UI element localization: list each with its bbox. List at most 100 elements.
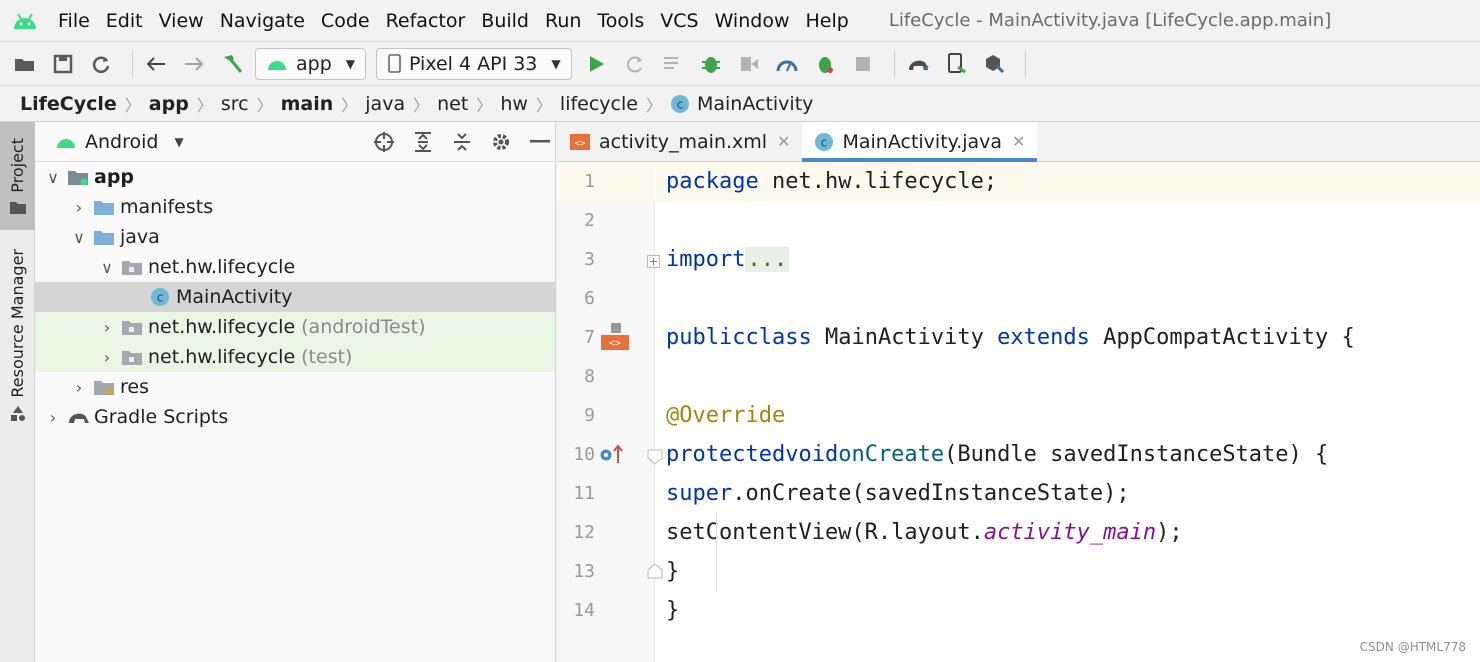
breadcrumb-app[interactable]: app [149,93,189,115]
code-token: @Override [666,403,786,428]
tree-item-label: net.hw.lifecycle [148,346,296,368]
code-token: protected [666,442,786,467]
tab-mainactivity-java[interactable]: c MainActivity.java ✕ [802,122,1038,162]
code-line[interactable]: } [656,552,1480,591]
menu-tools[interactable]: Tools [589,10,652,32]
chevron-down-icon[interactable]: ∨ [43,168,63,187]
device-manager-icon[interactable] [941,49,971,79]
menu-run[interactable]: Run [537,10,589,32]
code-line[interactable]: public class MainActivity extends AppCom… [656,318,1480,357]
chevron-right-icon[interactable]: › [97,348,117,367]
select-opened-file-crosshair-icon[interactable] [369,127,399,157]
menu-edit[interactable]: Edit [98,10,151,32]
chevron-down-icon[interactable]: ▼ [174,135,183,149]
run-tests-bug-icon[interactable] [810,49,840,79]
chevron-down-icon[interactable]: ∨ [69,228,89,247]
breadcrumb-main[interactable]: main [281,93,334,115]
collapse-all-icon[interactable] [447,127,477,157]
make-project-hammer-icon[interactable] [217,49,247,79]
hide-panel-minus-icon[interactable] [525,127,555,157]
tree-item-mainactivity[interactable]: c MainActivity [35,282,555,312]
breadcrumb-net[interactable]: net [437,93,468,115]
code-line[interactable]: @Override [656,396,1480,435]
close-icon[interactable]: ✕ [1012,132,1025,151]
forward-arrow-icon[interactable] [179,49,209,79]
chevron-down-icon[interactable]: ∨ [97,258,117,277]
project-view-select[interactable]: Android [85,131,158,153]
sync-icon[interactable] [86,49,116,79]
menu-navigate[interactable]: Navigate [212,10,313,32]
device-select[interactable]: Pixel 4 API 33 ▼ [376,47,572,80]
tree-item-gradle-scripts[interactable]: › Gradle Scripts [35,402,555,432]
code-token: public [666,325,746,350]
menu-file[interactable]: File [50,10,98,32]
resource-manager-tool-tab[interactable]: Resource Manager [0,240,35,430]
menu-help[interactable]: Help [797,10,856,32]
breadcrumb-mainactivity[interactable]: MainActivity [697,93,813,115]
folded-imports[interactable]: ... [745,247,790,272]
code-token: AppCompatActivity { [1089,325,1355,350]
chevron-right-icon[interactable]: › [69,198,89,217]
gear-icon[interactable] [486,127,516,157]
indent-guide [716,513,717,591]
expand-all-icon[interactable] [408,127,438,157]
breadcrumb-java[interactable]: java [365,93,405,115]
code-line[interactable]: package net.hw.lifecycle; [656,162,1480,201]
breadcrumb-src[interactable]: src [221,93,249,115]
menu-build[interactable]: Build [473,10,537,32]
chevron-right-icon[interactable]: › [43,408,63,427]
chevron-right-icon: 〉 [196,95,213,115]
tree-item-package-test[interactable]: › net.hw.lifecycle (test) [35,342,555,372]
related-layout-xml-icon[interactable]: <> [599,322,631,357]
chevron-right-icon: 〉 [124,95,141,115]
sdk-manager-box-icon[interactable] [979,49,1009,79]
menu-window[interactable]: Window [707,10,798,32]
close-icon[interactable]: ✕ [777,132,790,151]
save-all-icon[interactable] [48,49,78,79]
menu-vcs[interactable]: VCS [652,10,706,32]
chevron-right-icon[interactable]: › [97,318,117,337]
code-line[interactable]: import ... [656,240,1480,279]
resources-folder-icon [93,377,115,397]
gradle-sync-elephant-icon[interactable] [903,49,933,79]
chevron-right-icon: 〉 [256,95,273,115]
back-arrow-icon[interactable] [141,49,171,79]
menu-view[interactable]: View [151,10,212,32]
breadcrumb-hw[interactable]: hw [500,93,528,115]
tree-item-package-androidtest[interactable]: › net.hw.lifecycle (androidTest) [35,312,555,342]
run-config-select[interactable]: app ▼ [255,47,366,80]
stop-icon[interactable] [848,49,878,79]
attach-debugger-icon[interactable] [734,49,764,79]
tree-item-java[interactable]: ∨ java [35,222,555,252]
class-c-icon: c [814,132,834,152]
run-icon[interactable] [582,49,612,79]
profiler-gauge-icon[interactable] [772,49,802,79]
menu-code[interactable]: Code [313,10,378,32]
open-folder-icon[interactable] [10,49,40,79]
menu-refactor[interactable]: Refactor [378,10,474,32]
window-title: LifeCycle - MainActivity.java [LifeCycle… [888,10,1332,31]
breadcrumb-lifecycle-package[interactable]: lifecycle [560,93,638,115]
tree-item-manifests[interactable]: › manifests [35,192,555,222]
package-folder-icon [121,347,143,367]
code-line[interactable]: setContentView(R.layout. activity_main); [656,513,1480,552]
apply-code-changes-icon[interactable] [658,49,688,79]
debug-bug-icon[interactable] [696,49,726,79]
override-method-icon[interactable] [599,443,625,472]
tab-activity-main-xml[interactable]: <> activity_main.xml ✕ [557,122,802,161]
code-editor[interactable]: package net.hw.lifecycle; import ... pub… [656,162,1480,662]
apply-changes-restart-icon[interactable] [620,49,650,79]
tree-item-label: net.hw.lifecycle [148,256,296,278]
line-number: 8 [584,366,595,387]
tree-item-package-main[interactable]: ∨ net.hw.lifecycle [35,252,555,282]
code-token: onCreate [838,442,945,467]
breadcrumb-lifecycle[interactable]: LifeCycle [20,93,117,115]
code-token: MainActivity [811,325,998,350]
project-tool-tab[interactable]: Project [0,122,35,230]
code-line[interactable]: protected void onCreate (Bundle savedInst… [656,435,1480,474]
tree-item-res[interactable]: › res [35,372,555,402]
chevron-right-icon[interactable]: › [69,378,89,397]
code-line[interactable]: } [656,591,1480,630]
code-line[interactable]: super .onCreate(savedInstanceState); [656,474,1480,513]
tree-item-app[interactable]: ∨ app [35,162,555,192]
